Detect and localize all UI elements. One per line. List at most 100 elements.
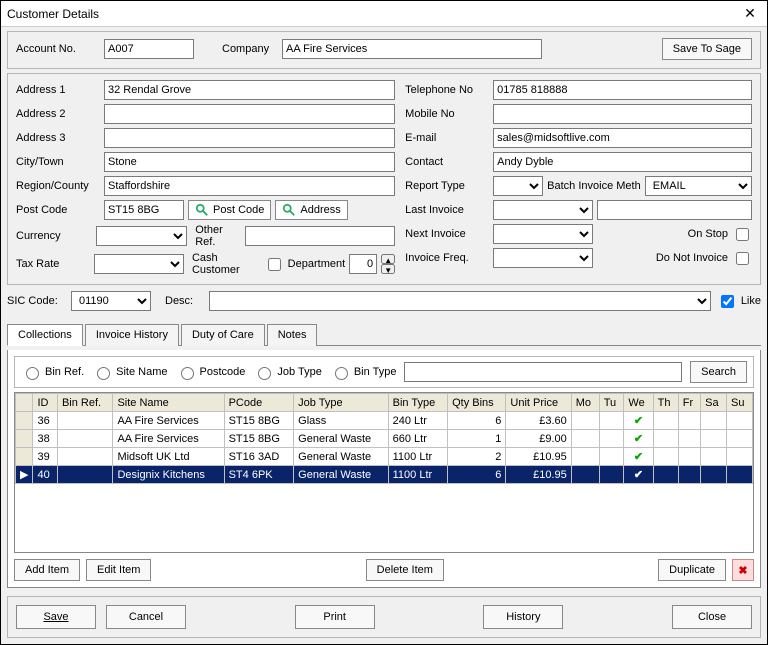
details-panel: Address 1 Address 2 Address 3 City/Town … (7, 73, 761, 285)
on-stop-check[interactable] (736, 228, 749, 241)
invoice-freq-label: Invoice Freq. (405, 252, 489, 264)
address3-input[interactable] (104, 128, 395, 148)
column-header[interactable]: Bin Type (388, 394, 447, 412)
search-icon (195, 203, 209, 217)
do-not-invoice-label: Do Not Invoice (656, 252, 728, 264)
print-button[interactable]: Print (295, 605, 375, 629)
search-button[interactable]: Search (690, 361, 747, 383)
table-row[interactable]: ▶40Designix KitchensST4 6PKGeneral Waste… (16, 466, 753, 484)
report-type-select[interactable] (493, 176, 543, 196)
batch-invoice-select[interactable]: EMAIL (645, 176, 752, 196)
tab-invoice-history[interactable]: Invoice History (85, 324, 179, 346)
delete-icon[interactable]: ✖ (732, 559, 754, 581)
tab-collections[interactable]: Collections (7, 324, 83, 346)
address-column: Address 1 Address 2 Address 3 City/Town … (16, 80, 395, 276)
save-button[interactable]: Save (16, 605, 96, 629)
day-cell (678, 448, 700, 466)
like-check[interactable] (721, 295, 734, 308)
next-invoice-select[interactable] (493, 224, 593, 244)
day-cell (701, 466, 727, 484)
search-row: Bin Ref. Site Name Postcode Job Type Bin… (14, 356, 754, 388)
radio-postcode[interactable]: Postcode (176, 364, 246, 380)
day-cell (653, 412, 678, 430)
mobile-input[interactable] (493, 104, 752, 124)
address2-input[interactable] (104, 104, 395, 124)
column-header[interactable]: Bin Ref. (57, 394, 112, 412)
table-row[interactable]: 36AA Fire ServicesST15 8BGGlass240 Ltr6£… (16, 412, 753, 430)
do-not-invoice-check[interactable] (736, 252, 749, 265)
duplicate-button[interactable]: Duplicate (658, 559, 726, 581)
like-label: Like (741, 295, 761, 307)
add-item-button[interactable]: Add Item (14, 559, 80, 581)
account-no-input[interactable] (104, 39, 194, 59)
contact-input[interactable] (493, 152, 752, 172)
address1-label: Address 1 (16, 84, 100, 96)
close-icon[interactable]: ✕ (739, 5, 761, 23)
history-button[interactable]: History (483, 605, 563, 629)
lookup-postcode-button[interactable]: Post Code (188, 200, 271, 220)
day-cell (653, 430, 678, 448)
lookup-address-button[interactable]: Address (275, 200, 347, 220)
search-input[interactable] (404, 362, 682, 382)
column-header[interactable]: PCode (224, 394, 294, 412)
edit-item-button[interactable]: Edit Item (86, 559, 151, 581)
postcode-input[interactable] (104, 200, 184, 220)
close-button[interactable]: Close (672, 605, 752, 629)
column-header[interactable]: Tu (599, 394, 624, 412)
taxrate-select[interactable] (94, 254, 184, 274)
radio-jobtype[interactable]: Job Type (253, 364, 321, 380)
tab-duty-of-care[interactable]: Duty of Care (181, 324, 265, 346)
day-cell (653, 466, 678, 484)
collections-grid[interactable]: IDBin Ref.Site NamePCodeJob TypeBin Type… (14, 392, 754, 553)
day-cell (727, 430, 753, 448)
region-input[interactable] (104, 176, 395, 196)
on-stop-label: On Stop (688, 228, 728, 240)
currency-select[interactable] (96, 226, 187, 246)
radio-bintype[interactable]: Bin Type (330, 364, 397, 380)
invoice-freq-select[interactable] (493, 248, 593, 268)
save-to-sage-button[interactable]: Save To Sage (662, 38, 752, 60)
table-row[interactable]: 39Midsoft UK LtdST16 3ADGeneral Waste110… (16, 448, 753, 466)
column-header[interactable]: Sa (701, 394, 727, 412)
cash-customer-check[interactable] (268, 258, 281, 271)
day-cell (599, 430, 624, 448)
column-header[interactable]: Qty Bins (448, 394, 506, 412)
column-header[interactable]: Fr (678, 394, 700, 412)
delete-item-button[interactable]: Delete Item (366, 559, 444, 581)
address3-label: Address 3 (16, 132, 100, 144)
city-label: City/Town (16, 156, 100, 168)
column-header[interactable]: Su (727, 394, 753, 412)
address1-input[interactable] (104, 80, 395, 100)
day-cell (701, 448, 727, 466)
radio-binref[interactable]: Bin Ref. (21, 364, 84, 380)
dept-down-button[interactable]: ▼ (381, 264, 395, 274)
tab-notes[interactable]: Notes (267, 324, 318, 346)
column-header[interactable]: We (624, 394, 653, 412)
titlebar: Customer Details ✕ (1, 1, 767, 27)
column-header[interactable]: Unit Price (506, 394, 571, 412)
day-cell (571, 448, 599, 466)
day-cell (571, 430, 599, 448)
last-invoice-select[interactable] (493, 200, 593, 220)
column-header[interactable]: Site Name (113, 394, 224, 412)
cancel-button[interactable]: Cancel (106, 605, 186, 629)
day-cell: ✔ (624, 448, 653, 466)
department-input[interactable] (349, 254, 377, 274)
last-invoice-input[interactable] (597, 200, 752, 220)
telephone-input[interactable] (493, 80, 752, 100)
department-label: Department (288, 258, 345, 270)
column-header[interactable]: Mo (571, 394, 599, 412)
check-icon: ✔ (634, 415, 643, 427)
otherref-input[interactable] (245, 226, 395, 246)
company-input[interactable] (282, 39, 542, 59)
radio-sitename[interactable]: Site Name (92, 364, 167, 380)
dept-up-button[interactable]: ▲ (381, 254, 395, 264)
column-header[interactable]: ID (33, 394, 57, 412)
sic-desc-select[interactable] (209, 291, 711, 311)
column-header[interactable]: Job Type (294, 394, 388, 412)
column-header[interactable]: Th (653, 394, 678, 412)
email-input[interactable] (493, 128, 752, 148)
sic-code-select[interactable]: 01190 (71, 291, 151, 311)
city-input[interactable] (104, 152, 395, 172)
table-row[interactable]: 38AA Fire ServicesST15 8BGGeneral Waste6… (16, 430, 753, 448)
